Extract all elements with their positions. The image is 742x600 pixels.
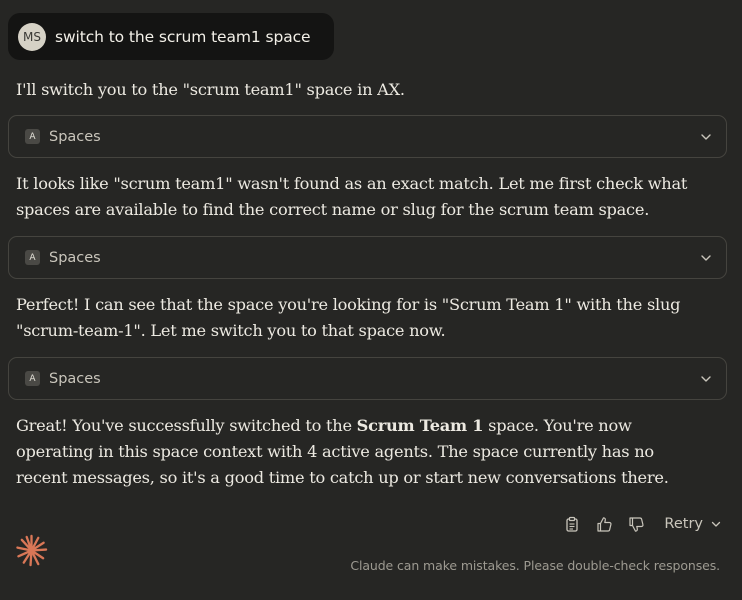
thumbs-down-icon[interactable] xyxy=(627,515,645,533)
claude-spark-icon xyxy=(16,534,48,567)
tool-call-label: Spaces xyxy=(49,249,101,266)
app-badge-icon: A xyxy=(25,250,40,265)
chevron-down-icon[interactable] xyxy=(699,251,713,265)
thumbs-up-icon[interactable] xyxy=(595,515,613,533)
response-paragraph-3: Perfect! I can see that the space you're… xyxy=(16,295,681,340)
paragraph-text: Great! You've successfully switched to t… xyxy=(16,416,357,435)
clipboard-icon[interactable] xyxy=(563,515,581,533)
response-paragraph-4: Great! You've successfully switched to t… xyxy=(16,413,706,491)
chevron-down-icon xyxy=(711,521,721,527)
chevron-down-icon[interactable] xyxy=(699,372,713,386)
tool-call-label: Spaces xyxy=(49,370,101,387)
tool-call-spaces-3[interactable]: A Spaces xyxy=(8,357,727,400)
message-actions: Retry xyxy=(549,515,722,533)
app-badge-icon: A xyxy=(25,129,40,144)
user-avatar[interactable]: MS xyxy=(18,22,46,51)
response-paragraph-2: It looks like "scrum team1" wasn't found… xyxy=(16,174,688,219)
disclaimer-text: Claude can make mistakes. Please double-… xyxy=(350,558,720,573)
chevron-down-icon[interactable] xyxy=(699,130,713,144)
response-paragraph-1: I'll switch you to the "scrum team1" spa… xyxy=(16,80,405,99)
space-name-bold: Scrum Team 1 xyxy=(356,416,484,435)
retry-button[interactable]: Retry xyxy=(664,516,722,532)
tool-call-spaces-1[interactable]: A Spaces xyxy=(8,115,727,158)
tool-call-spaces-2[interactable]: A Spaces xyxy=(8,236,727,279)
app-badge-icon: A xyxy=(25,371,40,386)
user-message-bubble: MS switch to the scrum team1 space xyxy=(8,13,335,60)
tool-call-label: Spaces xyxy=(49,128,101,145)
user-message-text: switch to the scrum team1 space xyxy=(55,27,311,46)
retry-label: Retry xyxy=(664,516,703,532)
